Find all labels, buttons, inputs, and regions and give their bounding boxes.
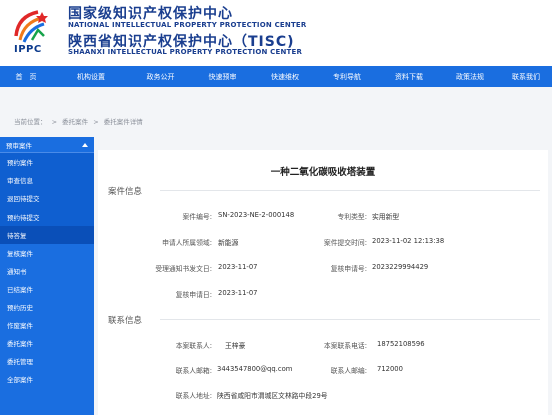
sidebar-item-awaiting-reply[interactable]: 待答复 [0, 225, 94, 244]
contact-zip-value: 712000 [377, 365, 403, 373]
contact-info-heading: 联系信息 [108, 316, 143, 326]
sidebar-submenu: 预约案件 审查信息 退回待提交 预约待提交 待答复 [0, 153, 94, 244]
case-title: 一种二氧化碳吸收塔装置 [270, 167, 376, 178]
sidebar-item-review-info[interactable]: 审查信息 [0, 171, 94, 189]
nav-fast-pre-exam[interactable]: 快速预审 [191, 72, 254, 82]
sidebar-item-entrusted[interactable]: 委托案件 [0, 334, 94, 352]
nav-home[interactable]: 首 页 [0, 72, 52, 82]
contact-email-label: 联系人邮箱: [175, 367, 212, 375]
contact-person-label: 本案联系人: [175, 342, 212, 350]
contact-address-value: 陕西省咸阳市渭城区文林路中段29号 [217, 392, 328, 400]
breadcrumb-separator: > [93, 118, 99, 126]
notice-date-value: 2023-11-07 [218, 263, 258, 271]
contact-zip-label: 联系人邮编: [330, 367, 367, 375]
case-info-heading: 案件信息 [108, 187, 143, 197]
header-title-en-national: NATIONAL INTELLECTUAL PROPERTY PROTECTIO… [68, 21, 307, 29]
sidebar-item-closed[interactable]: 已结案件 [0, 280, 94, 298]
sidebar-item-reserve-history[interactable]: 预约历史 [0, 298, 94, 316]
case-detail-panel: 一种二氧化碳吸收塔装置 案件信息 案件编号: SN-2023-NE-2-0001… [98, 150, 548, 415]
main-nav: 首 页 机构设置 政务公开 快速预审 快速维权 专利导航 资料下载 政策法规 联… [0, 66, 552, 87]
breadcrumb-entrusted-cases[interactable]: 委托案件 [62, 118, 88, 126]
nav-organization[interactable]: 机构设置 [52, 72, 130, 82]
domain-value: 新能源 [218, 239, 239, 247]
domain-label: 申请人所属领域: [162, 239, 212, 247]
sidebar-group-label: 预审案件 [6, 141, 32, 150]
patent-type-label: 专利类型: [337, 213, 367, 221]
patent-type-value: 实用新型 [372, 213, 400, 221]
sidebar-group-pre-exam[interactable]: 预审案件 [0, 137, 94, 153]
notice-date-label: 受理通知书发文日: [155, 265, 212, 273]
nav-fast-rights[interactable]: 快速维权 [254, 72, 316, 82]
sidebar-item-reserved[interactable]: 预约案件 [0, 153, 94, 171]
review-date-value: 2023-11-07 [218, 289, 258, 297]
sidebar-item-entrust-mgmt[interactable]: 委托管理 [0, 352, 94, 370]
breadcrumb: 当前位置： > 委托案件 > 委托案件详情 [14, 116, 146, 126]
contact-phone-label: 本案联系电话: [323, 342, 367, 350]
review-no-value: 2023229994429 [372, 263, 429, 271]
contact-address-label: 联系人地址: [175, 392, 212, 400]
submit-time-label: 案件提交时间: [323, 239, 367, 247]
nav-contact[interactable]: 联系我们 [500, 72, 552, 82]
nav-patent-navigation[interactable]: 专利导航 [316, 72, 378, 82]
review-date-label: 复核申请日: [175, 291, 212, 299]
contact-email-value: 3443547800@qq.com [217, 365, 293, 373]
breadcrumb-prefix: 当前位置： [14, 118, 47, 126]
contact-person-value: 王梓豪 [225, 342, 246, 350]
review-no-label: 复核申请号: [330, 265, 367, 273]
breadcrumb-separator: > [51, 118, 58, 126]
case-no-value: SN-2023-NE-2-000148 [218, 211, 295, 219]
breadcrumb-case-detail: 委托案件详情 [103, 118, 143, 126]
contact-phone-value: 18752108596 [377, 340, 425, 348]
nav-policies[interactable]: 政策法规 [440, 72, 500, 82]
logo-text: IPPC [14, 44, 42, 55]
header-title-en-shaanxi: SHAANXI INTELLECTUAL PROPERTY PROTECTION… [68, 48, 303, 56]
sidebar-item-returned[interactable]: 退回待提交 [0, 189, 94, 207]
nav-government-affairs[interactable]: 政务公开 [130, 72, 191, 82]
caret-up-icon [82, 142, 88, 147]
sidebar-item-all-cases[interactable]: 全部案件 [0, 370, 94, 388]
divider [160, 319, 540, 320]
sidebar: 预审案件 预约案件 审查信息 退回待提交 预约待提交 待答复 复核案件 通知书 … [0, 137, 94, 415]
divider [160, 190, 540, 191]
sidebar-item-voided[interactable]: 作废案件 [0, 316, 94, 334]
site-header: IPPC 国家级知识产权保护中心 NATIONAL INTELLECTUAL P… [0, 0, 552, 66]
nav-downloads[interactable]: 资料下载 [378, 72, 440, 82]
sidebar-item-recheck[interactable]: 复核案件 [0, 244, 94, 262]
header-title-cn-national: 国家级知识产权保护中心 [68, 6, 233, 22]
submit-time-value: 2023-11-02 12:13:38 [372, 237, 445, 245]
sidebar-item-reserve-pending[interactable]: 预约待提交 [0, 208, 94, 226]
case-no-label: 案件编号: [182, 213, 212, 221]
sidebar-item-notices[interactable]: 通知书 [0, 262, 94, 280]
